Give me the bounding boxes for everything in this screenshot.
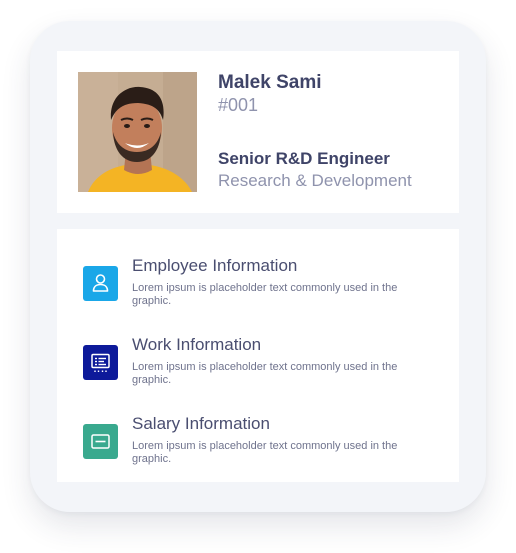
section-description: Lorem ipsum is placeholder text commonly…: [132, 282, 398, 307]
section-title: Work Information: [132, 335, 262, 354]
employee-information-item[interactable]: Employee Information Lorem ipsum is plac…: [57, 229, 459, 307]
section-title: Salary Information: [132, 414, 270, 433]
department: Research & Development: [218, 171, 412, 190]
employee-name: Malek Sami: [218, 72, 322, 93]
profile-card: Malek Sami #001 Senior R&D Engineer Rese…: [57, 51, 459, 213]
work-information-item[interactable]: Work Information Lorem ipsum is placehol…: [57, 308, 459, 386]
section-description: Lorem ipsum is placeholder text commonly…: [132, 361, 398, 386]
info-sections-card: Employee Information Lorem ipsum is plac…: [57, 229, 459, 482]
employee-photo: [78, 72, 197, 192]
job-title: Senior R&D Engineer: [218, 149, 390, 168]
section-description: Lorem ipsum is placeholder text commonly…: [132, 440, 398, 465]
presentation-board-icon: [83, 345, 118, 380]
employee-id: #001: [218, 95, 259, 115]
section-title: Employee Information: [132, 256, 298, 275]
user-icon: [83, 266, 118, 301]
wallet-card-icon: [83, 424, 118, 459]
salary-information-item[interactable]: Salary Information Lorem ipsum is placeh…: [57, 387, 459, 465]
